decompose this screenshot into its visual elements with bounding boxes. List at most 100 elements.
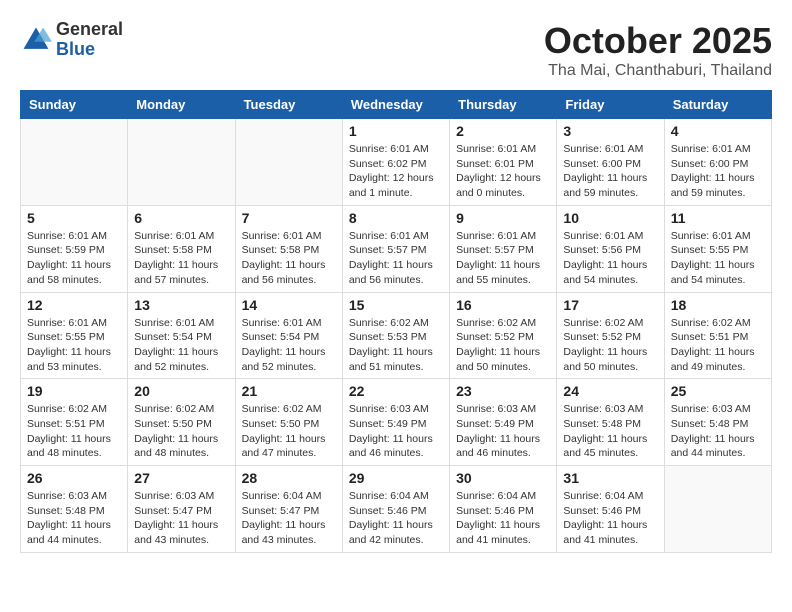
day-number: 5 [27, 210, 121, 226]
day-number: 31 [563, 470, 657, 486]
day-number: 6 [134, 210, 228, 226]
day-number: 22 [349, 383, 443, 399]
day-info: Sunrise: 6:01 AM Sunset: 5:54 PM Dayligh… [134, 316, 228, 375]
day-number: 20 [134, 383, 228, 399]
table-row: 10 Sunrise: 6:01 AM Sunset: 5:56 PM Dayli… [557, 205, 664, 292]
table-row: 5Sunrise: 6:01 AM Sunset: 5:59 PM Daylig… [21, 205, 128, 292]
day-info: Sunrise: 6:01 AM Sunset: 5:56 PM Dayligh… [563, 229, 657, 288]
logo-blue-text: Blue [56, 39, 95, 59]
day-info: Sunrise: 6:01 AM Sunset: 6:01 PM Dayligh… [456, 142, 550, 201]
header-friday: Friday [557, 91, 664, 119]
day-info: Sunrise: 6:03 AM Sunset: 5:49 PM Dayligh… [349, 402, 443, 461]
calendar-week-row: 12 Sunrise: 6:01 AM Sunset: 5:55 PM Dayli… [21, 292, 772, 379]
header-sunday: Sunday [21, 91, 128, 119]
day-info: Sunrise: 6:01 AM Sunset: 5:55 PM Dayligh… [671, 229, 765, 288]
day-info: Sunrise: 6:02 AM Sunset: 5:51 PM Dayligh… [27, 402, 121, 461]
table-row: 1 Sunrise: 6:01 AM Sunset: 6:02 PM Daylig… [342, 119, 449, 206]
day-info: Sunrise: 6:03 AM Sunset: 5:48 PM Dayligh… [563, 402, 657, 461]
day-info: Sunrise: 6:03 AM Sunset: 5:47 PM Dayligh… [134, 489, 228, 548]
day-info: Sunrise: 6:02 AM Sunset: 5:50 PM Dayligh… [242, 402, 336, 461]
day-info: Sunrise: 6:04 AM Sunset: 5:46 PM Dayligh… [349, 489, 443, 548]
day-number: 28 [242, 470, 336, 486]
day-number: 13 [134, 297, 228, 313]
day-info: Sunrise: 6:01 AM Sunset: 5:58 PM Dayligh… [134, 229, 228, 288]
logo-general-text: General [56, 19, 123, 39]
header: General Blue October 2025 Tha Mai, Chant… [20, 20, 772, 80]
day-info: Sunrise: 6:01 AM Sunset: 6:02 PM Dayligh… [349, 142, 443, 201]
day-info: Sunrise: 6:02 AM Sunset: 5:52 PM Dayligh… [456, 316, 550, 375]
table-row: 23 Sunrise: 6:03 AM Sunset: 5:49 PM Dayli… [450, 379, 557, 466]
day-info: Sunrise: 6:01 AM Sunset: 5:57 PM Dayligh… [456, 229, 550, 288]
calendar-week-row: 1 Sunrise: 6:01 AM Sunset: 6:02 PM Daylig… [21, 119, 772, 206]
table-row: 6 Sunrise: 6:01 AM Sunset: 5:58 PM Daylig… [128, 205, 235, 292]
day-info: Sunrise: 6:01 AM Sunset: 6:00 PM Dayligh… [563, 142, 657, 201]
table-row [235, 119, 342, 206]
table-row: 18 Sunrise: 6:02 AM Sunset: 5:51 PM Dayli… [664, 292, 771, 379]
table-row [21, 119, 128, 206]
table-row: 3 Sunrise: 6:01 AM Sunset: 6:00 PM Daylig… [557, 119, 664, 206]
table-row [128, 119, 235, 206]
table-row: 7Sunrise: 6:01 AM Sunset: 5:58 PM Daylig… [235, 205, 342, 292]
day-info: Sunrise: 6:02 AM Sunset: 5:51 PM Dayligh… [671, 316, 765, 375]
day-number: 9 [456, 210, 550, 226]
header-saturday: Saturday [664, 91, 771, 119]
day-info: Sunrise: 6:04 AM Sunset: 5:47 PM Dayligh… [242, 489, 336, 548]
table-row: 8Sunrise: 6:01 AM Sunset: 5:57 PM Daylig… [342, 205, 449, 292]
table-row: 21Sunrise: 6:02 AM Sunset: 5:50 PM Dayli… [235, 379, 342, 466]
day-number: 3 [563, 123, 657, 139]
day-number: 17 [563, 297, 657, 313]
day-info: Sunrise: 6:04 AM Sunset: 5:46 PM Dayligh… [563, 489, 657, 548]
logo: General Blue [20, 20, 123, 60]
day-number: 19 [27, 383, 121, 399]
title-area: October 2025 Tha Mai, Chanthaburi, Thail… [544, 20, 772, 80]
day-number: 24 [563, 383, 657, 399]
calendar-week-row: 19 Sunrise: 6:02 AM Sunset: 5:51 PM Dayli… [21, 379, 772, 466]
day-number: 26 [27, 470, 121, 486]
table-row: 9 Sunrise: 6:01 AM Sunset: 5:57 PM Daylig… [450, 205, 557, 292]
calendar: Sunday Monday Tuesday Wednesday Thursday… [20, 90, 772, 553]
day-number: 29 [349, 470, 443, 486]
day-number: 15 [349, 297, 443, 313]
day-info: Sunrise: 6:01 AM Sunset: 6:00 PM Dayligh… [671, 142, 765, 201]
table-row: 22 Sunrise: 6:03 AM Sunset: 5:49 PM Dayli… [342, 379, 449, 466]
table-row: 25Sunrise: 6:03 AM Sunset: 5:48 PM Dayli… [664, 379, 771, 466]
day-number: 27 [134, 470, 228, 486]
logo-icon [20, 24, 52, 56]
table-row: 26Sunrise: 6:03 AM Sunset: 5:48 PM Dayli… [21, 466, 128, 553]
table-row: 13 Sunrise: 6:01 AM Sunset: 5:54 PM Dayli… [128, 292, 235, 379]
table-row: 31 Sunrise: 6:04 AM Sunset: 5:46 PM Dayli… [557, 466, 664, 553]
day-number: 4 [671, 123, 765, 139]
table-row: 29 Sunrise: 6:04 AM Sunset: 5:46 PM Dayli… [342, 466, 449, 553]
day-number: 30 [456, 470, 550, 486]
day-number: 1 [349, 123, 443, 139]
day-info: Sunrise: 6:01 AM Sunset: 5:55 PM Dayligh… [27, 316, 121, 375]
header-tuesday: Tuesday [235, 91, 342, 119]
location-subtitle: Tha Mai, Chanthaburi, Thailand [544, 62, 772, 80]
calendar-week-row: 5Sunrise: 6:01 AM Sunset: 5:59 PM Daylig… [21, 205, 772, 292]
table-row: 16 Sunrise: 6:02 AM Sunset: 5:52 PM Dayli… [450, 292, 557, 379]
day-number: 16 [456, 297, 550, 313]
table-row: 12 Sunrise: 6:01 AM Sunset: 5:55 PM Dayli… [21, 292, 128, 379]
day-info: Sunrise: 6:02 AM Sunset: 5:53 PM Dayligh… [349, 316, 443, 375]
day-info: Sunrise: 6:03 AM Sunset: 5:49 PM Dayligh… [456, 402, 550, 461]
day-info: Sunrise: 6:04 AM Sunset: 5:46 PM Dayligh… [456, 489, 550, 548]
table-row: 24 Sunrise: 6:03 AM Sunset: 5:48 PM Dayli… [557, 379, 664, 466]
table-row: 19 Sunrise: 6:02 AM Sunset: 5:51 PM Dayli… [21, 379, 128, 466]
table-row: 28 Sunrise: 6:04 AM Sunset: 5:47 PM Dayli… [235, 466, 342, 553]
day-number: 10 [563, 210, 657, 226]
day-info: Sunrise: 6:02 AM Sunset: 5:50 PM Dayligh… [134, 402, 228, 461]
header-monday: Monday [128, 91, 235, 119]
table-row: 4 Sunrise: 6:01 AM Sunset: 6:00 PM Daylig… [664, 119, 771, 206]
day-number: 18 [671, 297, 765, 313]
day-number: 12 [27, 297, 121, 313]
day-info: Sunrise: 6:03 AM Sunset: 5:48 PM Dayligh… [671, 402, 765, 461]
header-thursday: Thursday [450, 91, 557, 119]
day-number: 23 [456, 383, 550, 399]
table-row [664, 466, 771, 553]
day-number: 14 [242, 297, 336, 313]
day-number: 2 [456, 123, 550, 139]
table-row: 14 Sunrise: 6:01 AM Sunset: 5:54 PM Dayli… [235, 292, 342, 379]
table-row: 30 Sunrise: 6:04 AM Sunset: 5:46 PM Dayli… [450, 466, 557, 553]
day-info: Sunrise: 6:01 AM Sunset: 5:54 PM Dayligh… [242, 316, 336, 375]
table-row: 27 Sunrise: 6:03 AM Sunset: 5:47 PM Dayli… [128, 466, 235, 553]
